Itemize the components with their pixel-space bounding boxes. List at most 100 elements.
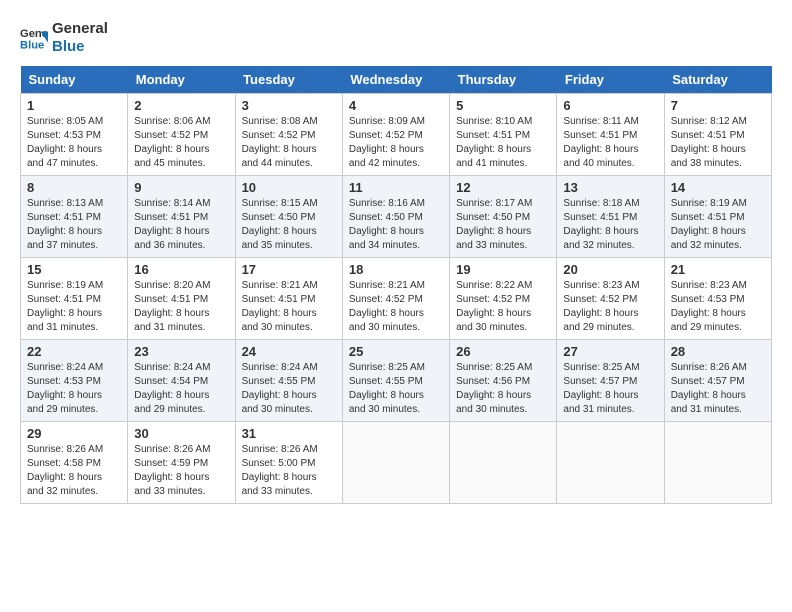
calendar-cell: 11 Sunrise: 8:16 AMSunset: 4:50 PMDayligh…	[342, 176, 449, 258]
logo-blue: Blue	[52, 38, 108, 56]
calendar-week-row: 15 Sunrise: 8:19 AMSunset: 4:51 PMDayligh…	[21, 258, 772, 340]
calendar-cell: 20 Sunrise: 8:23 AMSunset: 4:52 PMDayligh…	[557, 258, 664, 340]
calendar-week-row: 8 Sunrise: 8:13 AMSunset: 4:51 PMDaylight…	[21, 176, 772, 258]
calendar-cell	[450, 422, 557, 504]
calendar-cell: 3 Sunrise: 8:08 AMSunset: 4:52 PMDaylight…	[235, 94, 342, 176]
day-info: Sunrise: 8:13 AMSunset: 4:51 PMDaylight:…	[27, 197, 121, 253]
calendar-cell: 18 Sunrise: 8:21 AMSunset: 4:52 PMDayligh…	[342, 258, 449, 340]
header-wednesday: Wednesday	[342, 66, 449, 94]
day-number: 10	[242, 180, 336, 195]
calendar-cell: 29Sunrise: 8:26 AMSunset: 4:58 PMDayligh…	[21, 422, 128, 504]
day-info: Sunrise: 8:23 AMSunset: 4:53 PMDaylight:…	[671, 279, 765, 335]
day-headers-row: Sunday Monday Tuesday Wednesday Thursday…	[21, 66, 772, 94]
day-info: Sunrise: 8:26 AMSunset: 4:59 PMDaylight:…	[134, 443, 228, 499]
calendar-cell: 4 Sunrise: 8:09 AMSunset: 4:52 PMDaylight…	[342, 94, 449, 176]
day-info: Sunrise: 8:26 AMSunset: 5:00 PMDaylight:…	[242, 443, 336, 499]
header-friday: Friday	[557, 66, 664, 94]
calendar-cell: 24 Sunrise: 8:24 AMSunset: 4:55 PMDayligh…	[235, 340, 342, 422]
header-tuesday: Tuesday	[235, 66, 342, 94]
day-number: 5	[456, 98, 550, 113]
day-number: 23	[134, 344, 228, 359]
calendar-cell: 2 Sunrise: 8:06 AMSunset: 4:52 PMDaylight…	[128, 94, 235, 176]
calendar-cell	[557, 422, 664, 504]
day-number: 4	[349, 98, 443, 113]
day-info: Sunrise: 8:16 AMSunset: 4:50 PMDaylight:…	[349, 197, 443, 253]
day-info: Sunrise: 8:26 AMSunset: 4:57 PMDaylight:…	[671, 361, 765, 417]
calendar-cell: 14 Sunrise: 8:19 AMSunset: 4:51 PMDayligh…	[664, 176, 771, 258]
calendar-cell: 23 Sunrise: 8:24 AMSunset: 4:54 PMDayligh…	[128, 340, 235, 422]
calendar-cell: 16 Sunrise: 8:20 AMSunset: 4:51 PMDayligh…	[128, 258, 235, 340]
day-number: 7	[671, 98, 765, 113]
day-number: 12	[456, 180, 550, 195]
header-thursday: Thursday	[450, 66, 557, 94]
day-info: Sunrise: 8:20 AMSunset: 4:51 PMDaylight:…	[134, 279, 228, 335]
day-info: Sunrise: 8:17 AMSunset: 4:50 PMDaylight:…	[456, 197, 550, 253]
day-info: Sunrise: 8:25 AMSunset: 4:57 PMDaylight:…	[563, 361, 657, 417]
day-number: 8	[27, 180, 121, 195]
day-info: Sunrise: 8:19 AMSunset: 4:51 PMDaylight:…	[27, 279, 121, 335]
header-saturday: Saturday	[664, 66, 771, 94]
day-info: Sunrise: 8:19 AMSunset: 4:51 PMDaylight:…	[671, 197, 765, 253]
header-sunday: Sunday	[21, 66, 128, 94]
day-info: Sunrise: 8:26 AMSunset: 4:58 PMDaylight:…	[27, 443, 121, 499]
day-info: Sunrise: 8:05 AMSunset: 4:53 PMDaylight:…	[27, 115, 121, 171]
calendar-cell: 1Sunrise: 8:05 AMSunset: 4:53 PMDaylight…	[21, 94, 128, 176]
day-info: Sunrise: 8:22 AMSunset: 4:52 PMDaylight:…	[456, 279, 550, 335]
day-number: 14	[671, 180, 765, 195]
day-number: 20	[563, 262, 657, 277]
calendar-cell: 25 Sunrise: 8:25 AMSunset: 4:55 PMDayligh…	[342, 340, 449, 422]
day-info: Sunrise: 8:24 AMSunset: 4:53 PMDaylight:…	[27, 361, 121, 417]
day-number: 28	[671, 344, 765, 359]
day-info: Sunrise: 8:06 AMSunset: 4:52 PMDaylight:…	[134, 115, 228, 171]
logo-general: General	[52, 20, 108, 38]
calendar-cell: 7 Sunrise: 8:12 AMSunset: 4:51 PMDaylight…	[664, 94, 771, 176]
calendar-cell: 27 Sunrise: 8:25 AMSunset: 4:57 PMDayligh…	[557, 340, 664, 422]
day-number: 16	[134, 262, 228, 277]
calendar-cell	[664, 422, 771, 504]
calendar-cell: 5 Sunrise: 8:10 AMSunset: 4:51 PMDaylight…	[450, 94, 557, 176]
day-info: Sunrise: 8:24 AMSunset: 4:55 PMDaylight:…	[242, 361, 336, 417]
day-number: 15	[27, 262, 121, 277]
day-number: 21	[671, 262, 765, 277]
day-info: Sunrise: 8:24 AMSunset: 4:54 PMDaylight:…	[134, 361, 228, 417]
calendar-cell: 31Sunrise: 8:26 AMSunset: 5:00 PMDayligh…	[235, 422, 342, 504]
day-info: Sunrise: 8:09 AMSunset: 4:52 PMDaylight:…	[349, 115, 443, 171]
day-info: Sunrise: 8:12 AMSunset: 4:51 PMDaylight:…	[671, 115, 765, 171]
calendar-week-row: 29Sunrise: 8:26 AMSunset: 4:58 PMDayligh…	[21, 422, 772, 504]
calendar-week-row: 1Sunrise: 8:05 AMSunset: 4:53 PMDaylight…	[21, 94, 772, 176]
calendar-cell: 6Sunrise: 8:11 AMSunset: 4:51 PMDaylight…	[557, 94, 664, 176]
day-number: 3	[242, 98, 336, 113]
calendar-table: Sunday Monday Tuesday Wednesday Thursday…	[20, 66, 772, 504]
calendar-cell: 21 Sunrise: 8:23 AMSunset: 4:53 PMDayligh…	[664, 258, 771, 340]
calendar-cell: 17Sunrise: 8:21 AMSunset: 4:51 PMDayligh…	[235, 258, 342, 340]
day-number: 6	[563, 98, 657, 113]
day-info: Sunrise: 8:21 AMSunset: 4:52 PMDaylight:…	[349, 279, 443, 335]
calendar-cell: 19Sunrise: 8:22 AMSunset: 4:52 PMDayligh…	[450, 258, 557, 340]
page-header: General Blue General Blue	[20, 20, 772, 56]
day-number: 13	[563, 180, 657, 195]
day-number: 11	[349, 180, 443, 195]
calendar-cell: 9Sunrise: 8:14 AMSunset: 4:51 PMDaylight…	[128, 176, 235, 258]
day-number: 30	[134, 426, 228, 441]
day-info: Sunrise: 8:10 AMSunset: 4:51 PMDaylight:…	[456, 115, 550, 171]
calendar-cell	[342, 422, 449, 504]
day-number: 27	[563, 344, 657, 359]
day-info: Sunrise: 8:23 AMSunset: 4:52 PMDaylight:…	[563, 279, 657, 335]
day-number: 17	[242, 262, 336, 277]
header-monday: Monday	[128, 66, 235, 94]
day-number: 25	[349, 344, 443, 359]
calendar-cell: 12 Sunrise: 8:17 AMSunset: 4:50 PMDayligh…	[450, 176, 557, 258]
day-info: Sunrise: 8:25 AMSunset: 4:56 PMDaylight:…	[456, 361, 550, 417]
calendar-cell: 15 Sunrise: 8:19 AMSunset: 4:51 PMDayligh…	[21, 258, 128, 340]
calendar-cell: 30 Sunrise: 8:26 AMSunset: 4:59 PMDayligh…	[128, 422, 235, 504]
calendar-week-row: 22Sunrise: 8:24 AMSunset: 4:53 PMDayligh…	[21, 340, 772, 422]
calendar-cell: 26Sunrise: 8:25 AMSunset: 4:56 PMDayligh…	[450, 340, 557, 422]
day-number: 2	[134, 98, 228, 113]
day-info: Sunrise: 8:25 AMSunset: 4:55 PMDaylight:…	[349, 361, 443, 417]
svg-text:Blue: Blue	[20, 39, 44, 51]
day-number: 18	[349, 262, 443, 277]
logo: General Blue General Blue	[20, 20, 108, 56]
calendar-cell: 10Sunrise: 8:15 AMSunset: 4:50 PMDayligh…	[235, 176, 342, 258]
day-info: Sunrise: 8:08 AMSunset: 4:52 PMDaylight:…	[242, 115, 336, 171]
day-number: 24	[242, 344, 336, 359]
